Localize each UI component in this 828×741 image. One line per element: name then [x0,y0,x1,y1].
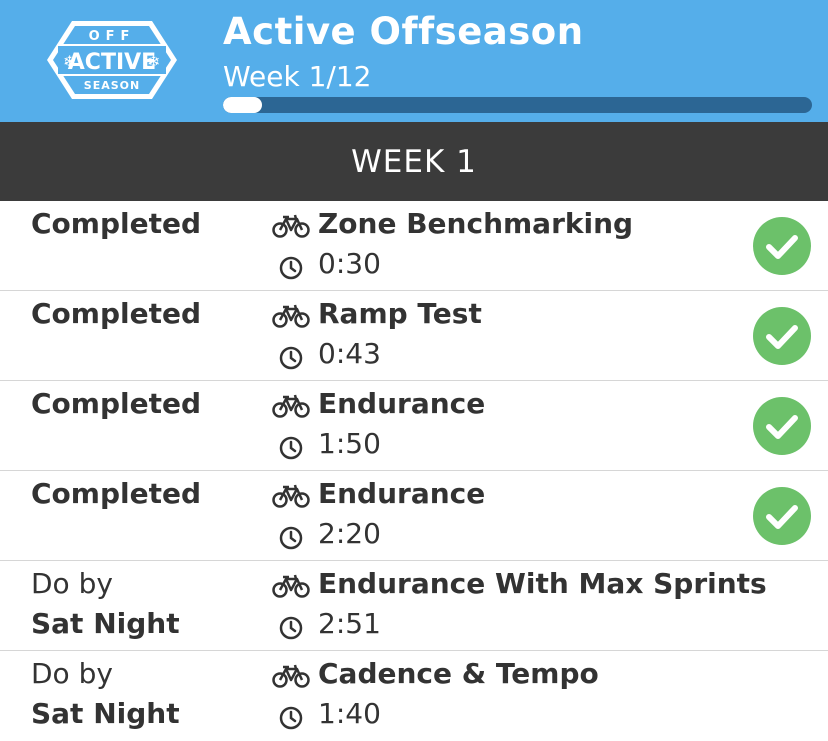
workout-duration: 0:43 [318,337,381,370]
workout-status-prefix: Do by [31,657,113,690]
workout-name: Endurance [318,387,486,420]
bicycle-icon [272,484,310,508]
svg-text:❄: ❄ [147,52,160,71]
bicycle-icon [272,214,310,238]
bicycle-icon [272,574,310,598]
workout-row[interactable]: Do by Sat Night Cadence & Tempo 1:40 [0,651,828,741]
workout-due-label: Sat Night [31,697,180,730]
workout-duration: 2:51 [318,607,381,640]
bicycle-icon [272,664,310,688]
workout-row[interactable]: Completed Zone Benchmarking 0:30 [0,201,828,291]
workout-status: Completed [31,207,202,240]
clock-icon [279,346,303,370]
check-circle-icon [753,307,811,365]
clock-icon [279,616,303,640]
workout-duration: 2:20 [318,517,381,550]
workout-name: Endurance With Max Sprints [318,567,767,600]
clock-icon [279,526,303,550]
clock-icon [279,256,303,280]
workout-status: Completed [31,387,202,420]
week-banner: WEEK 1 [0,122,828,201]
workout-status: Completed [31,477,202,510]
plan-header: OFF ACTIVE ❄ ❄ SEASON Active Offseason W… [0,0,828,122]
workout-duration: 0:30 [318,247,381,280]
svg-text:❄: ❄ [63,52,76,71]
plan-progress-bar [223,97,812,113]
workout-row[interactable]: Completed Ramp Test 0:43 [0,291,828,381]
workout-status: Completed [31,297,202,330]
workout-name: Cadence & Tempo [318,657,599,690]
plan-title: Active Offseason [223,10,584,53]
workout-name: Endurance [318,477,486,510]
clock-icon [279,436,303,460]
logo-main-text: ACTIVE [68,50,156,75]
clock-icon [279,706,303,730]
check-circle-icon [753,217,811,275]
logo-top-text: OFF [89,29,136,44]
workout-name: Ramp Test [318,297,482,330]
workout-name: Zone Benchmarking [318,207,634,240]
workout-duration: 1:40 [318,697,381,730]
workout-list: Completed Zone Benchmarking 0:30 Complet… [0,201,828,741]
workout-due-label: Sat Night [31,607,180,640]
workout-row[interactable]: Do by Sat Night Endurance With Max Sprin… [0,561,828,651]
workout-status-prefix: Do by [31,567,113,600]
check-circle-icon [753,487,811,545]
plan-week-label: Week 1/12 [223,60,372,93]
offseason-logo-icon: OFF ACTIVE ❄ ❄ SEASON [47,21,177,99]
week-banner-label: WEEK 1 [351,143,477,180]
bicycle-icon [272,394,310,418]
check-circle-icon [753,397,811,455]
bicycle-icon [272,304,310,328]
plan-progress-fill [223,97,263,113]
workout-duration: 1:50 [318,427,381,460]
workout-row[interactable]: Completed Endurance 2:20 [0,471,828,561]
workout-row[interactable]: Completed Endurance 1:50 [0,381,828,471]
logo-bottom-text: SEASON [84,79,140,92]
